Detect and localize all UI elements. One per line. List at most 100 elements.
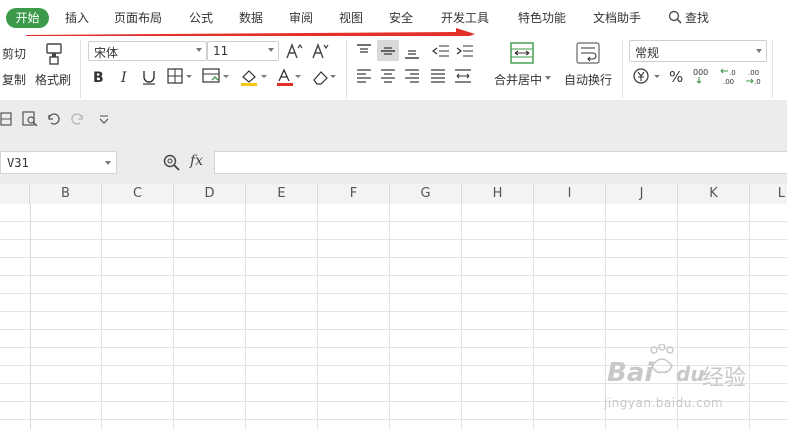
cell-reference: V31: [7, 156, 29, 170]
chevron-down-icon: [196, 48, 202, 52]
wrap-text-icon[interactable]: [576, 42, 600, 64]
column-header-b[interactable]: B: [30, 184, 102, 204]
column-header-i[interactable]: I: [534, 184, 606, 204]
search-label[interactable]: 查找: [685, 9, 709, 27]
watermark-brand2: du: [676, 362, 705, 386]
increase-indent-icon[interactable]: [456, 43, 474, 59]
row-line: [0, 311, 787, 312]
print-icon[interactable]: [0, 112, 12, 126]
decrease-font-icon[interactable]: [311, 42, 329, 60]
cell-style-icon[interactable]: [202, 68, 230, 84]
percent-icon[interactable]: %: [668, 68, 684, 84]
distributed-align-icon[interactable]: [454, 68, 472, 84]
clear-icon[interactable]: [311, 68, 339, 86]
tab-special-features[interactable]: 特色功能: [518, 9, 566, 27]
increase-decimal-icon[interactable]: .0.00: [720, 67, 740, 85]
undo-icon[interactable]: [46, 112, 60, 126]
svg-text:.0: .0: [729, 69, 736, 77]
thousands-separator-icon[interactable]: 000: [692, 67, 710, 85]
column-line: [749, 204, 750, 429]
align-top-icon[interactable]: [356, 43, 372, 59]
customize-toolbar-icon[interactable]: [99, 115, 109, 124]
column-header-k[interactable]: K: [678, 184, 750, 204]
tab-doc-assistant[interactable]: 文档助手: [593, 9, 641, 27]
chevron-down-icon: [105, 161, 111, 165]
tab-review[interactable]: 审阅: [289, 9, 313, 27]
tab-formulas[interactable]: 公式: [189, 9, 213, 27]
merge-center-button[interactable]: 合并居中: [494, 71, 542, 88]
watermark-brand: Bai: [607, 358, 654, 388]
svg-text:.0: .0: [754, 78, 761, 85]
bold-icon[interactable]: B: [92, 69, 106, 85]
number-format-select[interactable]: 常规: [629, 40, 767, 62]
row-line: [0, 275, 787, 276]
column-line: [317, 204, 318, 429]
watermark-jingyan: 经验: [702, 366, 747, 391]
format-painter-icon[interactable]: [42, 42, 66, 66]
tab-developer[interactable]: 开发工具: [441, 9, 489, 27]
column-header-l[interactable]: L: [750, 184, 787, 204]
increase-font-icon[interactable]: [285, 42, 303, 60]
font-name-select[interactable]: 宋体: [88, 41, 207, 61]
row-line: [0, 293, 787, 294]
align-bottom-icon[interactable]: [404, 43, 420, 59]
column-line: [461, 204, 462, 429]
chevron-down-icon: [268, 48, 274, 52]
name-box[interactable]: V31: [0, 151, 117, 174]
borders-icon[interactable]: [167, 68, 193, 84]
column-header-f[interactable]: F: [318, 184, 390, 204]
align-left-icon[interactable]: [356, 69, 372, 83]
column-header-c[interactable]: C: [102, 184, 174, 204]
formula-input[interactable]: [214, 151, 787, 174]
svg-text:.00: .00: [723, 78, 734, 85]
svg-text:I: I: [120, 70, 127, 85]
cut-button[interactable]: 剪切: [2, 45, 26, 62]
tab-home[interactable]: 开始: [6, 8, 49, 28]
wrap-text-button[interactable]: 自动换行: [564, 71, 612, 88]
align-right-icon[interactable]: [404, 69, 420, 83]
redo-icon[interactable]: [71, 112, 85, 126]
copy-button[interactable]: 复制: [2, 71, 26, 88]
tab-page-layout[interactable]: 页面布局: [114, 9, 162, 27]
svg-text:%: %: [669, 68, 683, 84]
font-size-value: 11: [213, 44, 229, 58]
column-header-h[interactable]: H: [462, 184, 534, 204]
insert-function-button[interactable]: fx: [190, 153, 203, 169]
row-header-border: [30, 204, 31, 429]
group-separator: [622, 40, 623, 98]
column-line: [245, 204, 246, 429]
tab-insert[interactable]: 插入: [65, 9, 89, 27]
column-line: [101, 204, 102, 429]
column-header-d[interactable]: D: [174, 184, 246, 204]
font-size-select[interactable]: 11: [207, 41, 279, 61]
chevron-down-icon: [545, 76, 551, 80]
column-line: [173, 204, 174, 429]
column-header-g[interactable]: G: [390, 184, 462, 204]
watermark-url: jingyan.baidu.com: [604, 396, 724, 410]
decrease-indent-icon[interactable]: [432, 43, 450, 59]
currency-icon[interactable]: [633, 68, 663, 84]
font-color-icon[interactable]: [276, 68, 304, 86]
tab-security[interactable]: 安全: [389, 9, 413, 27]
svg-text:B: B: [93, 70, 104, 85]
row-line: [0, 221, 787, 222]
fill-color-icon[interactable]: [240, 68, 268, 86]
tab-data[interactable]: 数据: [239, 9, 263, 27]
search-icon[interactable]: [668, 10, 682, 24]
underline-icon[interactable]: [142, 69, 156, 85]
column-header-j[interactable]: J: [606, 184, 678, 204]
select-all-corner[interactable]: [0, 184, 30, 204]
column-line: [389, 204, 390, 429]
format-painter-button[interactable]: 格式刷: [35, 71, 71, 88]
justify-icon[interactable]: [430, 69, 446, 83]
merge-center-icon[interactable]: [510, 42, 534, 64]
italic-icon[interactable]: I: [118, 69, 132, 85]
zoom-search-icon[interactable]: [163, 154, 180, 171]
decrease-decimal-icon[interactable]: .00.0: [745, 67, 765, 85]
quick-access-bar: [0, 100, 787, 140]
row-line: [0, 329, 787, 330]
print-preview-icon[interactable]: [22, 111, 38, 127]
align-center-icon[interactable]: [380, 69, 396, 83]
tab-view[interactable]: 视图: [339, 9, 363, 27]
column-header-e[interactable]: E: [246, 184, 318, 204]
